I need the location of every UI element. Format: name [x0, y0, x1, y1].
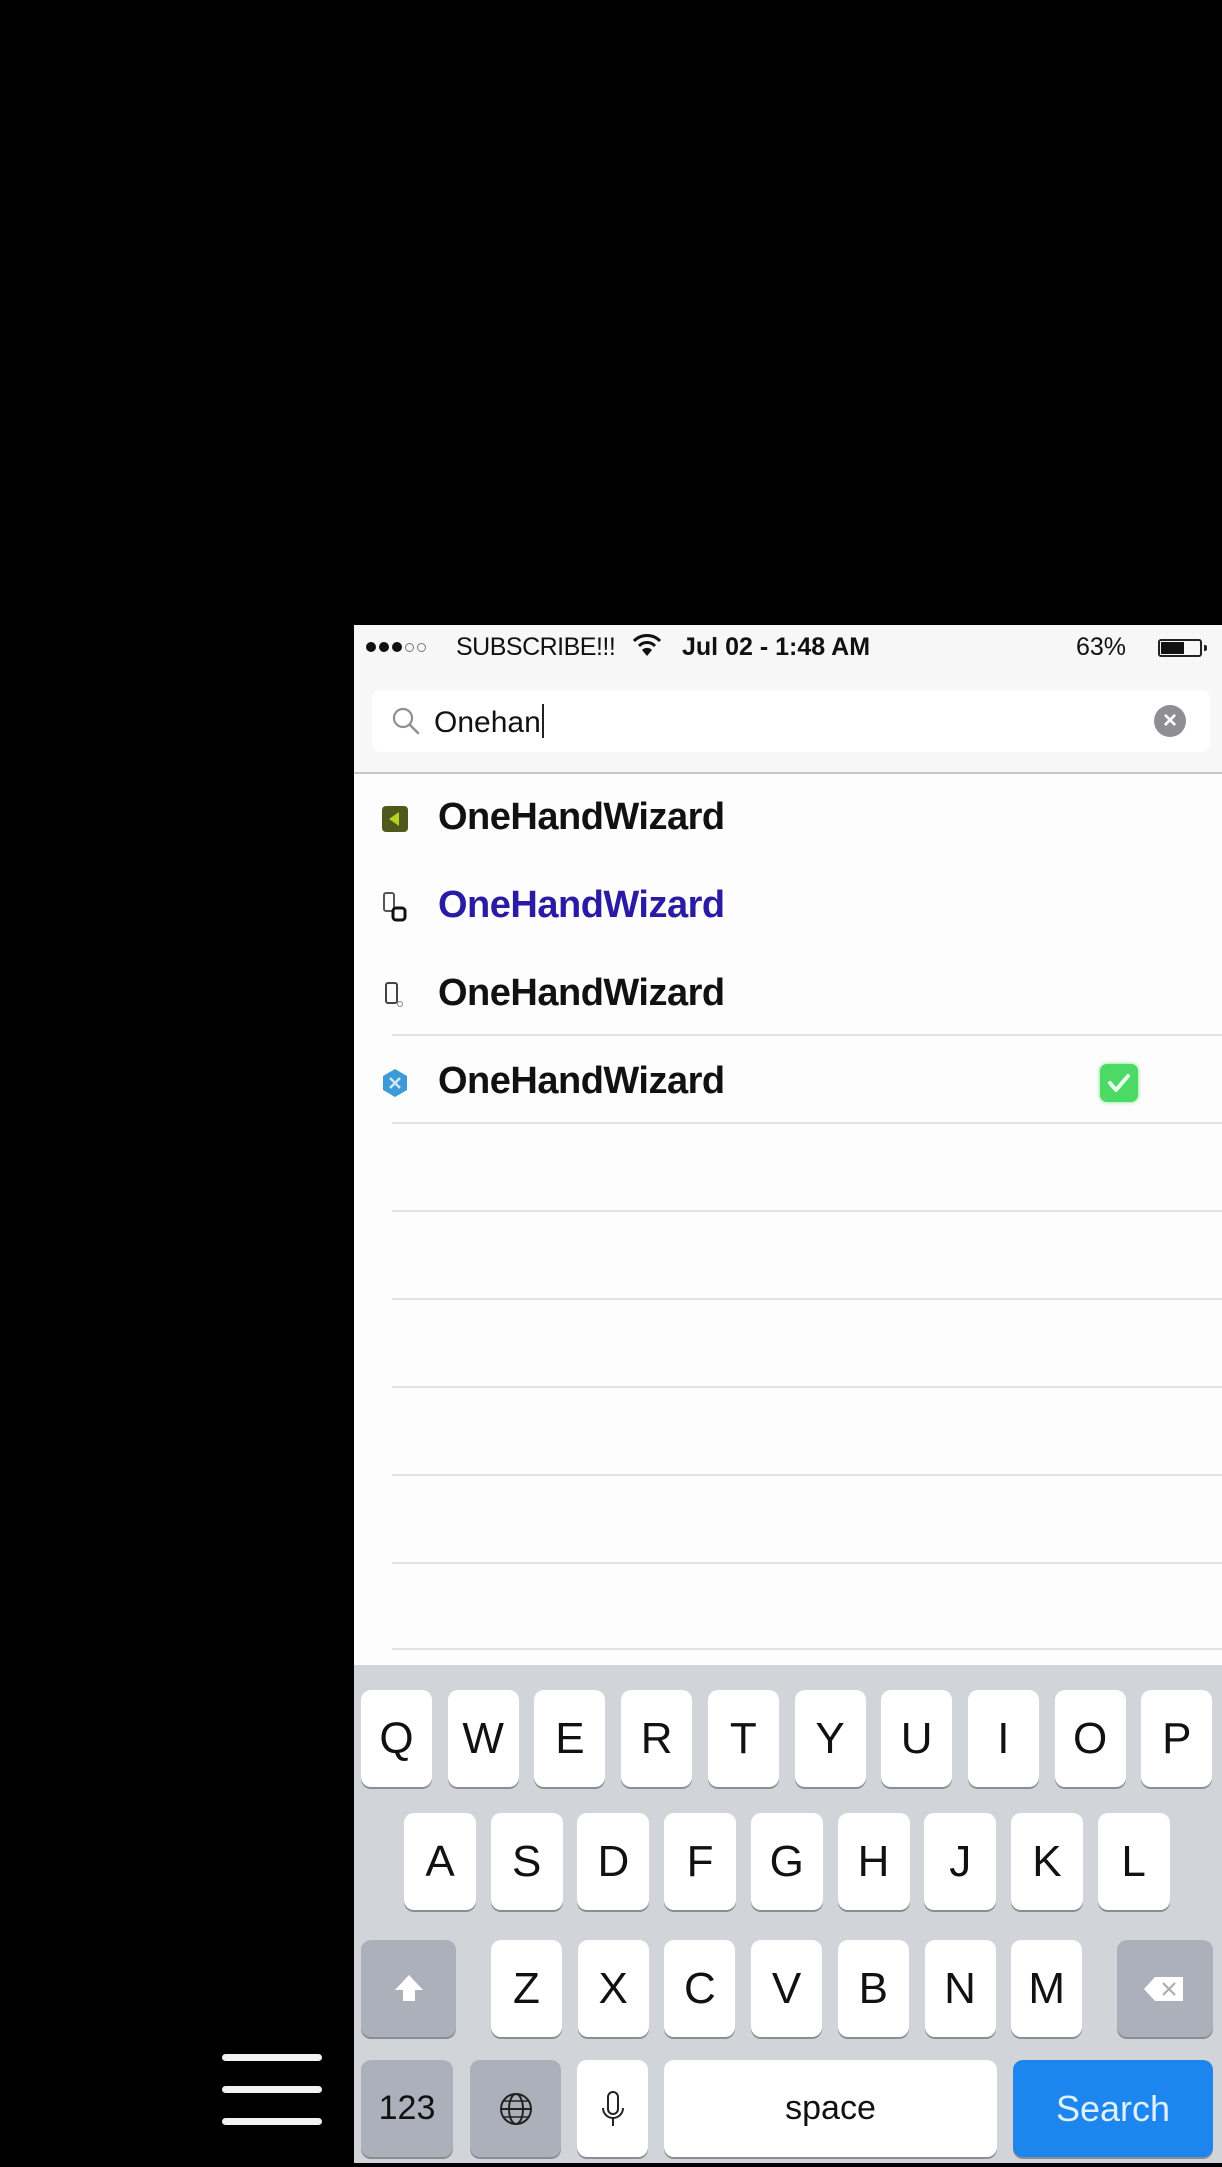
list-item-label: OneHandWizard [438, 884, 725, 926]
list-separator [392, 1474, 1222, 1476]
key-k[interactable]: K [1010, 1813, 1083, 1910]
search-header: SUBSCRIBE!!! Jul 02 - 1:48 AM 63% Onehan… [354, 625, 1222, 774]
key-u[interactable]: U [881, 1690, 953, 1787]
list-separator [392, 1034, 1222, 1036]
key-n[interactable]: N [924, 1940, 996, 2037]
shift-arrow-icon [394, 1974, 423, 2001]
carrier-name: SUBSCRIBE!!! [456, 633, 616, 661]
phone-pair-icon [383, 892, 407, 922]
shift-key[interactable] [361, 1940, 456, 2037]
globe-key[interactable] [470, 2060, 561, 2157]
microphone-icon [601, 2090, 624, 2126]
key-i[interactable]: I [967, 1690, 1039, 1787]
key-h[interactable]: H [837, 1813, 910, 1910]
search-input[interactable]: Onehan × [372, 690, 1210, 752]
key-s[interactable]: S [490, 1813, 563, 1910]
search-key[interactable]: Search [1013, 2060, 1213, 2157]
status-datetime: Jul 02 - 1:48 AM [682, 633, 871, 661]
globe-icon [499, 2092, 532, 2125]
blue-hexagon-icon [383, 1069, 407, 1097]
space-key[interactable]: space [664, 2060, 997, 2157]
list-separator [392, 1386, 1222, 1388]
list-item-selected[interactable]: OneHandWizard [354, 862, 1222, 950]
key-a[interactable]: A [404, 1813, 476, 1910]
list-item-label: OneHandWizard [438, 972, 725, 1014]
key-q[interactable]: Q [361, 1690, 432, 1787]
search-query-text[interactable]: Onehan [434, 704, 544, 740]
battery-percentage: 63% [1075, 633, 1126, 661]
list-item[interactable]: OneHandWizard [354, 1038, 1222, 1126]
key-v[interactable]: V [751, 1940, 823, 2037]
list-separator [392, 1298, 1222, 1300]
key-r[interactable]: R [621, 1690, 693, 1787]
wifi-icon [632, 634, 662, 656]
key-o[interactable]: O [1054, 1690, 1126, 1787]
key-d[interactable]: D [577, 1813, 650, 1910]
key-f[interactable]: F [664, 1813, 737, 1910]
text-cursor [541, 704, 544, 738]
key-c[interactable]: C [664, 1940, 736, 2037]
checkmark-icon[interactable] [1100, 1064, 1138, 1102]
key-t[interactable]: T [707, 1690, 779, 1787]
key-e[interactable]: E [534, 1690, 606, 1787]
key-m[interactable]: M [1011, 1940, 1083, 2037]
key-y[interactable]: Y [794, 1690, 866, 1787]
phone-screen: SUBSCRIBE!!! Jul 02 - 1:48 AM 63% Onehan… [354, 625, 1222, 2163]
key-x[interactable]: X [577, 1940, 649, 2037]
clear-search-button[interactable]: × [1154, 705, 1186, 737]
on-screen-keyboard: QWERTYUIOP ASDFGHJKL ZXCVBNM 123 space S… [354, 1665, 1222, 2163]
list-item[interactable]: OneHandWizard [354, 950, 1222, 1038]
list-separator [392, 1122, 1222, 1124]
phone-small-icon [385, 982, 404, 1008]
key-j[interactable]: J [924, 1813, 997, 1910]
app-icon-green [382, 806, 408, 832]
key-l[interactable]: L [1097, 1813, 1170, 1910]
list-separator [392, 1648, 1222, 1650]
clear-x-icon: × [1162, 707, 1177, 734]
backspace-icon [1144, 1976, 1183, 2001]
list-separator [392, 1562, 1222, 1564]
battery-icon [1158, 639, 1207, 657]
key-b[interactable]: B [837, 1940, 909, 2037]
status-bar: SUBSCRIBE!!! Jul 02 - 1:48 AM 63% [354, 625, 1222, 671]
list-item[interactable]: OneHandWizard [354, 774, 1222, 862]
numbers-key[interactable]: 123 [361, 2060, 453, 2157]
dictation-key[interactable] [577, 2060, 648, 2157]
list-item-label: OneHandWizard [438, 1060, 725, 1102]
key-g[interactable]: G [750, 1813, 823, 1910]
key-z[interactable]: Z [491, 1940, 562, 2037]
list-separator [392, 1210, 1222, 1212]
delete-key[interactable] [1117, 1940, 1213, 2037]
search-icon [392, 707, 420, 735]
hamburger-menu-icon[interactable] [222, 2054, 322, 2126]
key-w[interactable]: W [447, 1690, 519, 1787]
key-p[interactable]: P [1141, 1690, 1213, 1787]
signal-strength-icon [366, 635, 426, 659]
list-item-label: OneHandWizard [438, 796, 725, 838]
